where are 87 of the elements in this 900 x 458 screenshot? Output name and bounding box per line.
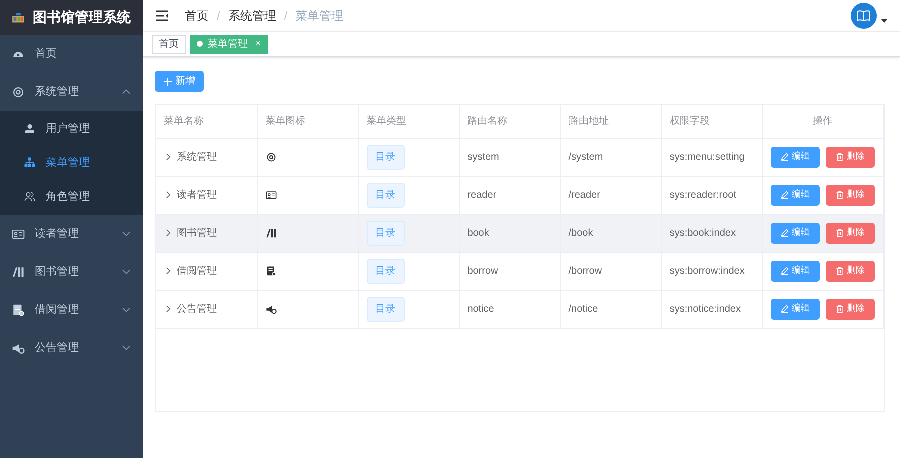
column-header: 菜单类型 [358,105,460,138]
column-header: 路由地址 [560,105,662,138]
type-tag: 目录 [366,258,405,284]
caret-icon[interactable] [881,19,888,24]
table-cell: /borrow [568,266,602,276]
table-cell: sys:borrow:index [670,266,745,276]
table-cell: sys:menu:setting [670,152,745,162]
sidebar-item[interactable]: 系统管理 [0,73,143,111]
id-card-icon [12,228,25,240]
book-icon [857,10,871,22]
column-header: 路由名称 [459,105,560,138]
chevron-up-icon[interactable] [122,89,131,95]
table-row[interactable]: 公告管理 目录 notice /notice sys:notice:index 编辑 删除 [156,290,884,328]
pencil-icon [780,191,789,199]
sidebar-item[interactable]: 首页 [0,35,143,73]
table-cell: sys:reader:root [670,190,737,200]
trash-icon [836,305,844,313]
hierarchy-icon [24,157,36,169]
sidebar-item[interactable]: 公告管理 [0,329,143,367]
expand-chevron-icon[interactable] [166,305,171,313]
chevron-down-icon[interactable] [122,231,131,237]
table-cell: /reader [568,190,600,200]
sidebar-subitem[interactable]: 菜单管理 [0,146,143,180]
pencil-icon [780,267,789,275]
expand-chevron-icon[interactable] [166,267,171,275]
trash-icon [836,229,844,237]
app-title: 图书馆管理系统 [33,8,131,27]
table-cell: system [468,152,500,162]
table-row[interactable]: 读者管理 目录 reader /reader sys:reader:root 编辑 删除 [156,176,884,214]
table-cell-text: 公告管理 [177,302,217,316]
people-icon [24,191,36,203]
breadcrumb-item: 菜单管理 [296,8,344,24]
chevron-down-icon[interactable] [122,269,131,275]
trash-icon [836,153,844,161]
table-cell: sys:notice:index [670,304,741,314]
chevron-down-icon[interactable] [122,307,131,313]
column-header: 权限字段 [661,105,762,138]
books-icon [12,266,25,278]
trash-icon [836,267,844,275]
table-cell: /book [568,228,594,238]
type-tag: 目录 [366,182,405,208]
expand-chevron-icon[interactable] [166,191,171,199]
table-row[interactable]: 系统管理 目录 system /system sys:menu:setting 编辑 删除 [156,138,884,176]
breadcrumb-separator: / [217,8,220,24]
trash-icon [836,191,844,199]
pencil-icon [780,305,789,313]
expand-chevron-icon[interactable] [166,153,171,161]
table-cell: sys:book:index [670,228,736,238]
table-cell: book [468,228,490,238]
table-row[interactable]: 图书管理 目录 book /book sys:book:index 编辑 删除 [156,214,884,252]
column-header: 操作 [762,105,884,138]
table-cell-text: 读者管理 [177,188,217,202]
menu-icon[interactable] [155,10,169,22]
table-cell-text: 系统管理 [177,150,217,164]
breadcrumb-separator: / [284,8,288,24]
table-cell: /system [568,152,604,162]
document-icon [266,266,277,276]
avatar[interactable] [851,2,877,28]
sidebar-subitem[interactable]: 用户管理 [0,112,143,146]
breadcrumb-item[interactable]: 首页 [185,6,209,24]
column-header: 菜单名称 [156,105,258,138]
sidebar-subitem[interactable]: 角色管理 [0,180,143,214]
table-row[interactable]: 借阅管理 目录 borrow /borrow sys:borrow:index 编辑 删除 [156,252,884,290]
sidebar-item[interactable]: 图书管理 [0,253,143,291]
id-card-icon [266,190,277,200]
table-cell: notice [468,304,494,314]
document-icon [12,304,25,316]
user-icon [24,123,36,135]
plus-icon [164,78,172,86]
pencil-icon [780,229,789,237]
expand-chevron-icon[interactable] [166,229,171,237]
type-tag: 目录 [366,220,405,246]
chevron-down-icon[interactable] [122,345,131,351]
sidebar-item[interactable]: 借阅管理 [0,291,143,329]
pencil-icon [780,153,789,161]
table-cell: borrow [468,266,498,276]
table-cell: /notice [568,304,598,314]
type-tag: 目录 [366,296,405,322]
column-header: 菜单图标 [257,105,358,138]
type-tag: 目录 [366,144,405,170]
breadcrumb-item[interactable]: 系统管理 [228,6,276,24]
table-cell: reader [468,190,497,200]
table-cell-text: 图书管理 [177,226,217,240]
table-cell-text: 借阅管理 [177,264,217,278]
tag-tab[interactable]: 首页 [152,34,186,54]
sidebar-item[interactable]: 读者管理 [0,215,143,253]
books-icon [266,228,277,238]
